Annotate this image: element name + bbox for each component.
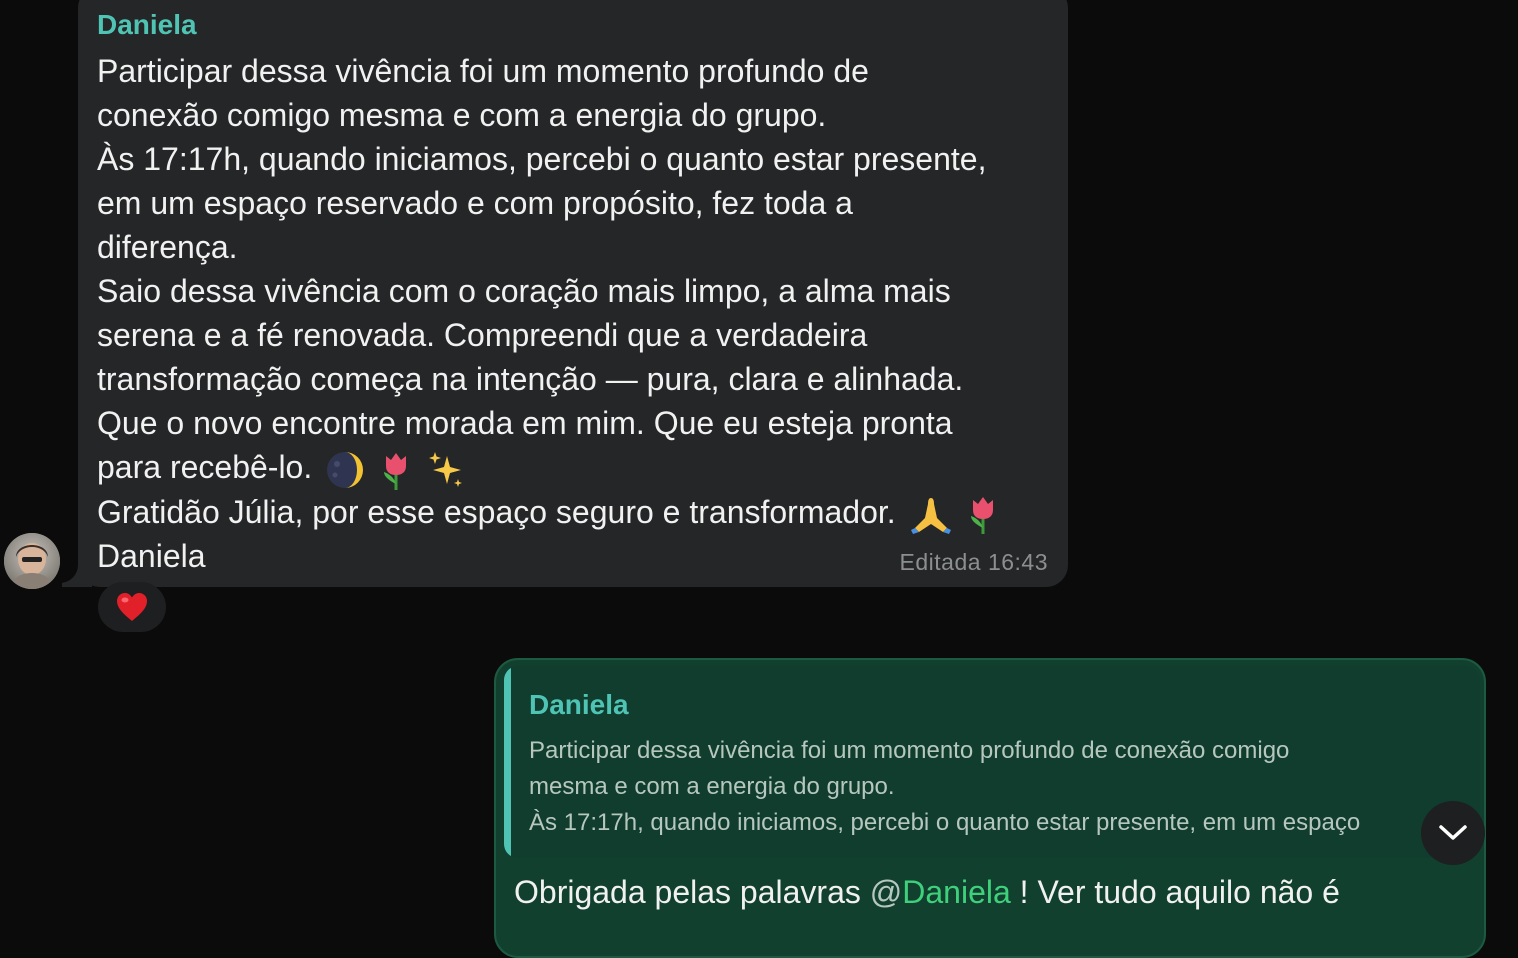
message-line-text: Gratidão Júlia, por esse espaço seguro e…: [97, 493, 896, 530]
message-text: Participar dessa vivência foi um momento…: [97, 49, 1048, 578]
avatar-photo-icon: [4, 533, 60, 589]
quote-line: Participar dessa vivência foi um momento…: [529, 737, 1290, 764]
message-line-text: para recebê-lo.: [97, 449, 313, 485]
heart-reaction[interactable]: [98, 582, 166, 632]
quote-line: Às 17:17h, quando iniciamos, percebi o q…: [529, 809, 1361, 836]
message-line: em um espaço reservado e com propósito, …: [97, 185, 853, 221]
message-timestamp: Editada 16:43: [899, 549, 1048, 575]
quote-sender-name: Daniela: [529, 689, 629, 720]
red-heart-icon: [117, 593, 147, 621]
sender-avatar[interactable]: [4, 533, 60, 589]
sender-name[interactable]: Daniela: [97, 8, 1048, 42]
quote-accent-bar: [504, 666, 511, 858]
chevron-down-icon: [1439, 825, 1467, 840]
mention-at-symbol: @: [869, 874, 903, 910]
message-line-with-emoji: para recebê-lo.: [97, 445, 1048, 490]
message-line: diferença.: [97, 229, 238, 265]
tulip-emoji-icon: [971, 497, 994, 535]
message-line: Participar dessa vivência foi um momento…: [97, 53, 869, 89]
message-line: serena e a fé renovada. Compreendi que a…: [97, 317, 868, 353]
outgoing-message-bubble[interactable]: Daniela Participar dessa vivência foi um…: [494, 658, 1486, 958]
bubble-tail: [62, 561, 92, 587]
reply-text: Obrigada pelas palavras @Daniela ! Ver t…: [514, 872, 1340, 912]
reply-quote[interactable]: Daniela Participar dessa vivência foi um…: [504, 666, 1480, 858]
message-line: Saio dessa vivência com o coração mais l…: [97, 273, 951, 309]
tulip-emoji-icon: [384, 452, 407, 490]
reply-text-start: Obrigada pelas palavras: [514, 874, 870, 910]
folded-hands-emoji-icon: [910, 498, 951, 535]
crescent-moon-emoji-icon: [327, 451, 364, 488]
message-line-with-emoji: Gratidão Júlia, por esse espaço seguro e…: [97, 490, 1048, 535]
quote-line: mesma e com a energia do grupo.: [529, 773, 895, 800]
message-line: Às 17:17h, quando iniciamos, percebi o q…: [97, 141, 987, 177]
message-line: Que o novo encontre morada em mim. Que e…: [97, 405, 953, 441]
mention-link[interactable]: Daniela: [902, 874, 1011, 910]
reply-text-end: ! Ver tudo aquilo não é: [1010, 874, 1340, 910]
scroll-to-bottom-button[interactable]: [1421, 801, 1485, 865]
message-line: conexão comigo mesma e com a energia do …: [97, 97, 827, 133]
incoming-message-bubble[interactable]: Daniela Participar dessa vivência foi um…: [62, 0, 1068, 587]
sparkles-emoji-icon: [428, 451, 462, 487]
quote-text: Participar dessa vivência foi um momento…: [529, 733, 1469, 841]
message-line: transformação começa na intenção — pura,…: [97, 361, 964, 397]
